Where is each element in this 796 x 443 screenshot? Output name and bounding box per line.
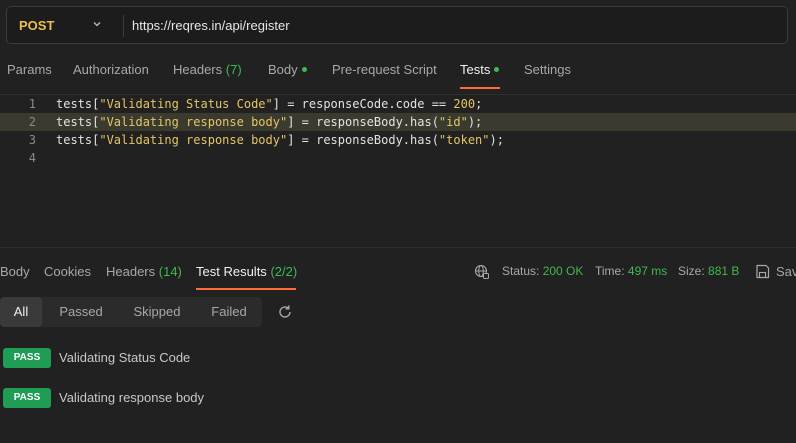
active-tab-underline — [196, 288, 296, 290]
url-input[interactable]: https://reqres.in/api/register — [132, 18, 290, 33]
tab-params[interactable]: Params — [7, 62, 52, 77]
size-value: 881 B — [708, 264, 740, 278]
tab-headers-count: (7) — [225, 62, 242, 77]
response-tab-cookies[interactable]: Cookies — [44, 264, 91, 279]
tests-indicator-dot — [494, 67, 500, 73]
globe-icon[interactable] — [474, 264, 490, 280]
code-editor[interactable]: 1 tests["Validating Status Code"] = resp… — [0, 95, 796, 245]
filter-all[interactable]: All — [0, 297, 42, 327]
chevron-down-icon[interactable] — [93, 20, 101, 28]
tab-headers[interactable]: Headers (7) — [173, 62, 242, 77]
tab-body[interactable]: Body — [268, 62, 307, 77]
test-results-filter: All Passed Skipped Failed — [0, 297, 262, 327]
url-divider — [123, 15, 124, 37]
time-value: 497 ms — [627, 264, 668, 278]
filter-failed[interactable]: Failed — [200, 297, 258, 327]
response-tab-headers-label: Headers — [106, 264, 156, 279]
tab-body-label: Body — [268, 62, 298, 77]
line-number: 4 — [28, 151, 36, 165]
active-tab-underline — [460, 87, 500, 89]
response-tab-body[interactable]: Body — [0, 264, 30, 279]
tab-settings[interactable]: Settings — [524, 62, 571, 77]
tab-tests-label: Tests — [460, 62, 491, 77]
method-select[interactable]: POST — [19, 18, 54, 33]
size-info[interactable]: Size: 881 B — [678, 264, 739, 278]
editor-line: 1 tests["Validating Status Code"] = resp… — [0, 95, 796, 113]
filter-skipped[interactable]: Skipped — [124, 297, 190, 327]
code-text: tests["Validating Status Code"] = respon… — [56, 97, 483, 111]
pass-badge: PASS — [3, 388, 51, 408]
response-tab-test-results[interactable]: Test Results (2/2) — [196, 264, 297, 279]
tab-prerequest-script[interactable]: Pre-request Script — [332, 62, 437, 77]
line-number: 2 — [28, 115, 36, 129]
tab-authorization[interactable]: Authorization — [73, 62, 149, 77]
divider — [0, 247, 796, 248]
response-tab-test-results-count: (2/2) — [270, 264, 298, 279]
editor-line: 4 — [0, 149, 796, 167]
tab-headers-label: Headers — [173, 62, 223, 77]
status-value: 200 OK — [542, 264, 584, 278]
time-info[interactable]: Time: 497 ms — [595, 264, 667, 278]
editor-line-highlighted: 2 tests["Validating response body"] = re… — [0, 113, 796, 131]
code-text: tests["Validating response body"] = resp… — [56, 115, 483, 129]
response-tab-headers[interactable]: Headers (14) — [106, 264, 182, 279]
test-result-name: Validating response body — [59, 390, 205, 405]
line-number: 3 — [28, 133, 36, 147]
editor-line: 3 tests["Validating response body"] = re… — [0, 131, 796, 149]
url-bar: POST https://reqres.in/api/register — [6, 6, 788, 44]
response-tab-test-results-label: Test Results — [196, 264, 267, 279]
line-number: 1 — [28, 97, 36, 111]
save-icon[interactable] — [755, 264, 770, 279]
status-info[interactable]: Status: 200 OK — [502, 264, 583, 278]
test-result-name: Validating Status Code — [59, 350, 191, 365]
response-tab-headers-count: (14) — [158, 264, 182, 279]
tab-tests[interactable]: Tests — [460, 62, 500, 77]
pass-badge: PASS — [3, 348, 51, 368]
save-response-button[interactable]: Sav — [776, 264, 796, 279]
code-text: tests["Validating response body"] = resp… — [56, 133, 504, 147]
refresh-icon[interactable] — [276, 303, 294, 321]
filter-passed[interactable]: Passed — [50, 297, 112, 327]
body-indicator-dot — [301, 67, 307, 73]
